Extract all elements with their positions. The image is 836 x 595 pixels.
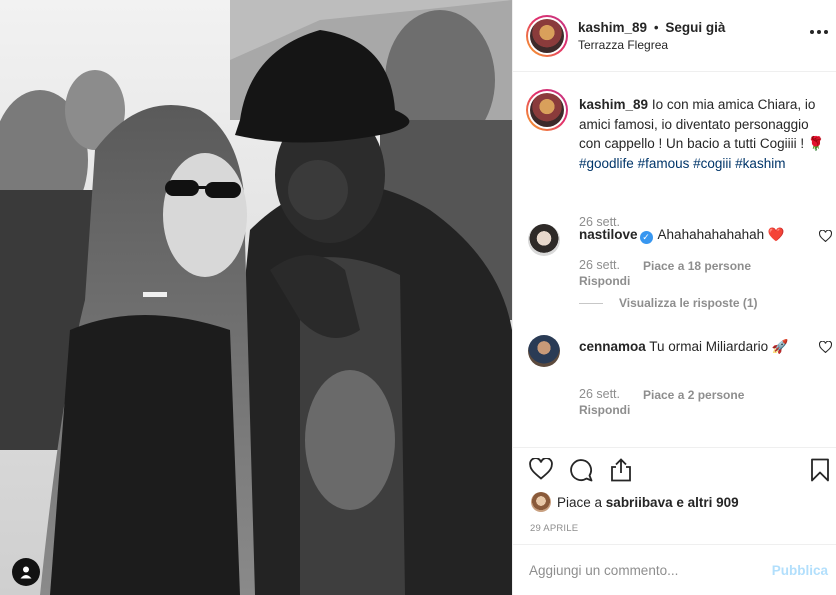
- post-header: kashim_89 • Segui già Terrazza Flegrea: [513, 0, 836, 72]
- hashtag-link[interactable]: #goodlife: [579, 156, 634, 171]
- comment-meta: 26 sett. Piace a 2 persone: [579, 387, 744, 402]
- comment-icon[interactable]: [569, 458, 593, 482]
- hashtag-link[interactable]: #kashim: [735, 156, 785, 171]
- reply-button[interactable]: Rispondi: [579, 274, 630, 288]
- heart-icon[interactable]: [819, 230, 832, 242]
- reply-button[interactable]: Rispondi: [579, 403, 630, 417]
- view-replies-button[interactable]: Visualizza le risposte (1): [579, 296, 758, 310]
- location-link[interactable]: Terrazza Flegrea: [578, 38, 668, 52]
- tag-people-button[interactable]: [12, 558, 40, 586]
- author-username[interactable]: kashim_89: [578, 20, 647, 35]
- comment-username[interactable]: nastilove: [579, 227, 638, 242]
- user-tag-icon: [20, 566, 32, 579]
- verified-badge-icon: ✓: [639, 231, 653, 244]
- hashtag-link[interactable]: #cogiii: [693, 156, 731, 171]
- comment-body: Tu ormai Miliardario 🚀: [649, 339, 789, 354]
- caption-username[interactable]: kashim_89: [579, 97, 648, 112]
- add-comment-form: Aggiungi un commento... Pubblica: [513, 544, 836, 595]
- replies-divider: [579, 302, 603, 304]
- likes-text: Piace a sabriibava e altri 909: [557, 495, 739, 510]
- share-icon[interactable]: [610, 458, 632, 482]
- post-photo[interactable]: [0, 0, 512, 595]
- post-side-panel: kashim_89 • Segui già Terrazza Flegrea k…: [512, 0, 836, 595]
- comment-text: cennamoa Tu ormai Miliardario 🚀: [579, 336, 804, 357]
- view-replies-label: Visualizza le risposte (1): [619, 296, 758, 310]
- caption-text: kashim_89 Io con mia amica Chiara, io am…: [579, 95, 827, 173]
- post-image: [0, 0, 512, 595]
- comment-date[interactable]: 26 sett.: [579, 387, 620, 401]
- publish-button[interactable]: Pubblica: [772, 563, 828, 578]
- comment-avatar[interactable]: [528, 224, 560, 256]
- post-actions: Piace a sabriibava e altri 909 29 APRILE…: [513, 447, 836, 595]
- comment-likes[interactable]: Piace a 18 persone: [643, 259, 751, 273]
- hashtag-link[interactable]: #famous: [638, 156, 690, 171]
- heart-icon[interactable]: [529, 458, 553, 480]
- comment-text: nastilove ✓ Ahahahahahahah ❤️: [579, 225, 804, 244]
- likes-others-link[interactable]: e altri 909: [676, 495, 738, 510]
- likes-summary[interactable]: Piace a sabriibava e altri 909: [531, 492, 739, 512]
- more-options-icon[interactable]: [810, 30, 828, 34]
- separator-dot: •: [653, 20, 659, 35]
- bookmark-icon[interactable]: [810, 458, 830, 482]
- post-date: 29 APRILE: [530, 523, 579, 534]
- comment-meta: 26 sett. Piace a 18 persone: [579, 258, 751, 273]
- author-avatar[interactable]: [526, 15, 568, 57]
- comment-input[interactable]: Aggiungi un commento...: [529, 563, 678, 578]
- comment-date[interactable]: 26 sett.: [579, 258, 620, 272]
- comment-avatar[interactable]: [528, 335, 560, 367]
- liker-username[interactable]: sabriibava: [606, 495, 673, 510]
- comment-body: Ahahahahahahah ❤️: [657, 227, 785, 242]
- likes-prefix: Piace a: [557, 494, 603, 510]
- follow-status-button[interactable]: Segui già: [665, 20, 725, 35]
- heart-icon[interactable]: [819, 341, 832, 353]
- author-line: kashim_89 • Segui già: [578, 20, 725, 35]
- caption-avatar[interactable]: [526, 89, 568, 131]
- comment-username[interactable]: cennamoa: [579, 339, 646, 354]
- liker-avatar: [531, 492, 551, 512]
- comments-list[interactable]: kashim_89 Io con mia amica Chiara, io am…: [513, 73, 836, 447]
- comment-likes[interactable]: Piace a 2 persone: [643, 388, 744, 402]
